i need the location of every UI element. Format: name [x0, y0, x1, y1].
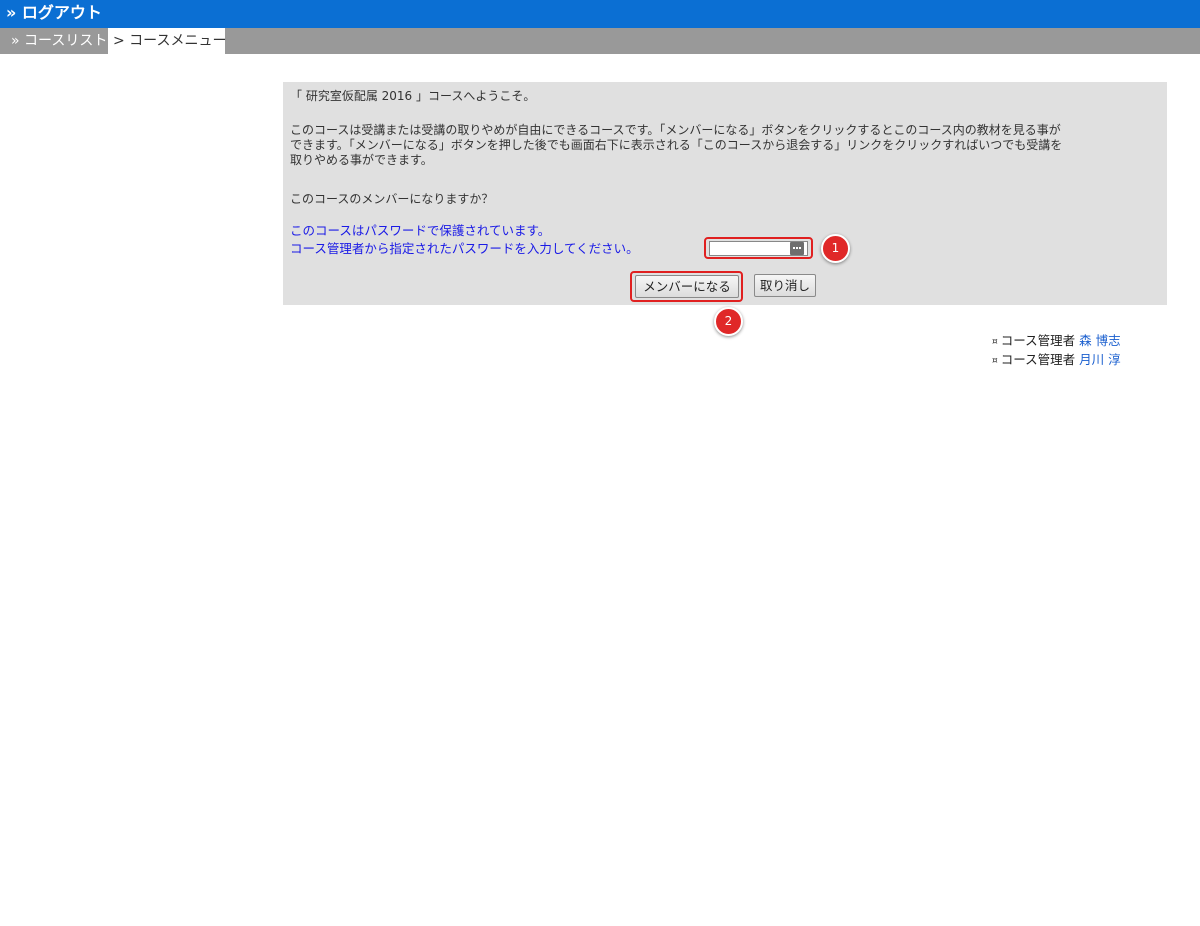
join-button-highlight: メンバーになる — [630, 271, 743, 302]
manager-name-link[interactable]: 月川 淳 — [1079, 352, 1120, 367]
annotation-marker-2: 2 — [714, 307, 743, 336]
description-line-1: このコースは受講または受講の取りやめが自由にできるコースです。「メンバーになる」… — [290, 123, 1061, 137]
course-join-panel: 「 研究室仮配属 2016 」コースへようこそ。 このコースは受講または受講の取… — [283, 82, 1167, 305]
bullet-icon: ¤ — [992, 356, 998, 366]
description-line-3: 取りやめる事ができます。 — [290, 153, 433, 167]
logout-link[interactable]: » ログアウト — [6, 3, 102, 23]
key-icon[interactable] — [790, 242, 804, 255]
password-field-highlight — [704, 237, 813, 259]
welcome-message: 「 研究室仮配属 2016 」コースへようこそ。 — [290, 89, 536, 103]
password-protected-notice: このコースはパスワードで保護されています。 — [290, 223, 551, 238]
top-nav-bar: » ログアウト — [0, 0, 1200, 28]
breadcrumb-course-list-link[interactable]: » コースリスト — [0, 28, 112, 54]
cancel-button[interactable]: 取り消し — [754, 274, 816, 297]
manager-row: ¤ コース管理者森 博志 — [992, 332, 1121, 351]
breadcrumb-current-course-menu: > コースメニュー — [108, 28, 226, 54]
manager-row: ¤ コース管理者 月川 淳 — [992, 351, 1121, 370]
description-line-2: できます。「メンバーになる」ボタンを押した後でも画面右下に表示される「このコース… — [290, 138, 1063, 152]
password-prompt: コース管理者から指定されたパスワードを入力してください。 — [290, 241, 639, 256]
course-managers-list: ¤ コース管理者森 博志 ¤ コース管理者 月川 淳 — [992, 332, 1121, 370]
manager-role: コース管理者 — [1000, 333, 1076, 348]
join-question: このコースのメンバーになりますか？ — [290, 192, 494, 206]
manager-name-link[interactable]: 森 博志 — [1079, 333, 1120, 348]
bullet-icon: ¤ — [992, 337, 998, 347]
join-member-button[interactable]: メンバーになる — [635, 275, 739, 298]
annotation-marker-1: 1 — [821, 234, 850, 263]
breadcrumb: » コースリスト > コースメニュー — [0, 28, 1200, 54]
manager-role: コース管理者 — [1000, 352, 1076, 367]
